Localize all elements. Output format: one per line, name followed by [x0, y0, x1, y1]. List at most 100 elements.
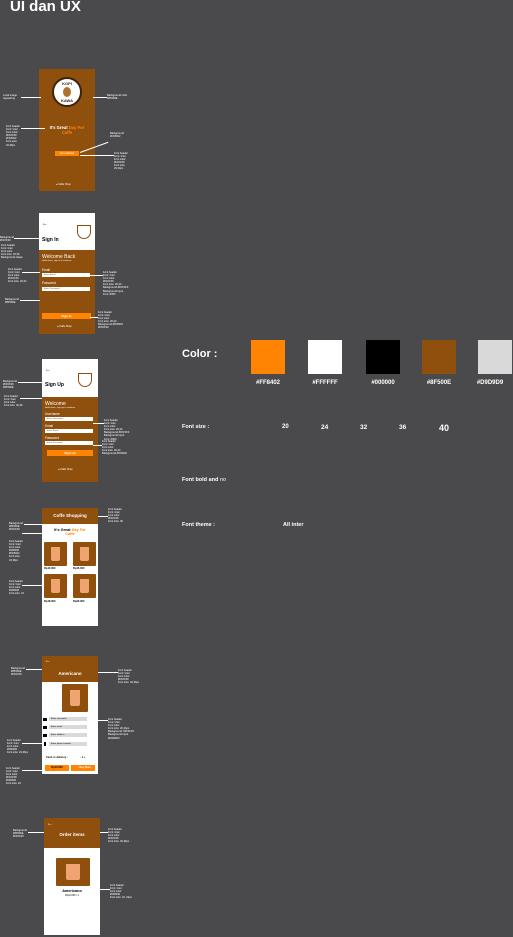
- note-signin-r2: Font header Font: Inter Font color Font …: [98, 311, 123, 330]
- email-field[interactable]: Enter email: [49, 725, 87, 729]
- shop-headline: It's Great Day For Caffe: [54, 528, 86, 537]
- signup-password-input[interactable]: Enter Password: [45, 441, 93, 445]
- detail-title: Americano: [58, 671, 82, 676]
- note-detail-l3: Font header Font: Inter Font color #FFFF…: [6, 767, 21, 786]
- font-size-32: 32: [360, 424, 368, 431]
- pointer-line: [24, 524, 42, 525]
- note-bg2: Background #FF8402: [110, 132, 124, 139]
- pointer-line: [93, 97, 107, 98]
- font-size-20: 20: [282, 424, 289, 430]
- splash-screen: KOPI KAWA It's Great Day For Caffe Get s…: [39, 69, 95, 191]
- swatch-brown: [422, 340, 456, 374]
- pointer-line: [20, 300, 40, 301]
- signin-screen: ← Sign In: [39, 213, 95, 250]
- font-theme-label: Font theme :: [182, 522, 215, 528]
- password-label: Password: [42, 281, 56, 285]
- font-theme-value: All inter: [283, 522, 304, 528]
- email-input[interactable]: Enter Email: [42, 273, 90, 277]
- pointer-line: [21, 128, 45, 129]
- phone-icon: [44, 742, 46, 746]
- product-card-1[interactable]: [44, 542, 67, 566]
- font-bold-row: Font bold and no: [182, 477, 226, 483]
- swatch-orange: [251, 340, 285, 374]
- pointer-line: [21, 97, 41, 98]
- font-size-label: Font size :: [182, 424, 210, 430]
- signup-button[interactable]: Sign Up: [47, 450, 93, 456]
- signin-title: Sign In: [42, 237, 59, 243]
- splash-footer: ● Caffe Shop: [56, 183, 71, 186]
- note-signin-l2: Font header Font: Inter Font color Font …: [1, 244, 23, 260]
- detail-product-image: [62, 684, 88, 712]
- page-title: UI dan UX: [10, 0, 81, 15]
- note-font: Font header Font: Inter Font color: #FFF…: [6, 125, 20, 147]
- signup-email-label: Email: [45, 424, 53, 428]
- font-size-24: 24: [321, 424, 329, 431]
- signup-email-input[interactable]: Enter Email: [45, 429, 93, 433]
- font-bold-label: Font bold and: [182, 477, 220, 483]
- note-signin-r1: Font header Font: Inter Font color #FFFF…: [103, 271, 129, 296]
- welcome-sub: Hello there, sign in to continue: [42, 260, 72, 262]
- back-arrow-icon[interactable]: ←: [47, 821, 53, 827]
- logo: KOPI KAWA: [52, 77, 82, 107]
- email-label: Email: [42, 268, 50, 272]
- address-field[interactable]: Enter address: [49, 733, 87, 737]
- signup-form: Welcome Hello there, sign up to continue…: [42, 397, 98, 482]
- note-signup-l2: Font header Font: Inter Font color Font …: [4, 395, 23, 408]
- product-card-2[interactable]: [73, 542, 96, 566]
- coffee-cup-icon: [77, 225, 91, 239]
- note-signin-l1: Background #FFFFFF: [0, 236, 14, 243]
- price-4: Rp20.000: [73, 600, 85, 603]
- pointer-line: [98, 516, 108, 517]
- price-3: Rp18.000: [44, 600, 56, 603]
- pointer-line: [22, 770, 42, 771]
- swatch-gray: [478, 340, 512, 374]
- username-field[interactable]: Enter username: [49, 717, 87, 721]
- pointer-line: [18, 382, 42, 383]
- user-icon: [43, 718, 47, 721]
- shop-screen: Coffe Shopping It's Great Day For Caffe …: [42, 508, 98, 626]
- detail-header: ← Americano: [42, 656, 98, 682]
- product-card-4[interactable]: [73, 574, 96, 598]
- note-detail-l2: Font header Font: Inter Font color #0000…: [7, 739, 29, 755]
- pointer-line: [80, 155, 114, 156]
- get-started-button[interactable]: Get started: [55, 151, 79, 156]
- note-signup-r1: Font header Font: Inter Font color Font …: [104, 419, 130, 441]
- note-shop-l2: Font header Font: Inter Font color #0000…: [9, 540, 23, 562]
- username-input[interactable]: Enter Username: [45, 417, 93, 421]
- font-size-36: 36: [399, 424, 407, 431]
- back-arrow-icon[interactable]: ←: [42, 221, 48, 227]
- pointer-line: [98, 889, 110, 890]
- pointer-line: [93, 423, 104, 424]
- quantity-stepper[interactable]: - 1 +: [80, 756, 85, 759]
- signup-sub: Hello there, sign up to continue: [45, 407, 76, 409]
- logo-figure-icon: [63, 87, 71, 97]
- order-header: ← Order items: [44, 818, 100, 848]
- address-icon: [43, 734, 47, 737]
- swatch-label-white: #FFFFFF: [312, 380, 338, 386]
- note-image: Local image Appearing: [3, 94, 17, 101]
- swatch-label-black: #000000: [371, 380, 395, 386]
- note-signup-l1: Background #FFFFFF #8F500E: [3, 380, 17, 390]
- pointer-line: [98, 672, 118, 673]
- note-order-r1: Font header Font: Inter Font color #FFFF…: [108, 828, 130, 844]
- font-bold-value: no: [219, 477, 227, 483]
- logo-text-top: KOPI: [62, 81, 72, 86]
- password-input[interactable]: Enter Password: [42, 287, 90, 291]
- back-arrow-icon[interactable]: ←: [45, 658, 51, 664]
- pointer-line: [22, 743, 42, 744]
- product-card-3[interactable]: [44, 574, 67, 598]
- pointer-line: [90, 317, 98, 318]
- shop-header: Coffe Shopping: [42, 508, 98, 524]
- order-item-name: Americano: [62, 889, 82, 893]
- signin-button[interactable]: Sign In: [42, 313, 91, 319]
- signin-footer: ● Caffe Shop: [57, 325, 72, 328]
- phone-field[interactable]: Enter phone number: [49, 742, 87, 746]
- note-detail-r1: Font header Font: Inter Font color #FFFF…: [118, 669, 140, 685]
- note-order-r2: Font header Font: Inter Font color #0000…: [110, 884, 132, 900]
- order-title: Order items: [59, 832, 85, 837]
- note-bg: Background color #8F500E: [107, 94, 128, 101]
- back-arrow-icon[interactable]: ←: [45, 367, 51, 373]
- detail-screen: ← Americano Enter username Enter email E…: [42, 656, 98, 774]
- note-signin-l4: Background #8F500E: [5, 298, 19, 305]
- buy-now-button[interactable]: 🛒 Buy Now: [71, 765, 95, 771]
